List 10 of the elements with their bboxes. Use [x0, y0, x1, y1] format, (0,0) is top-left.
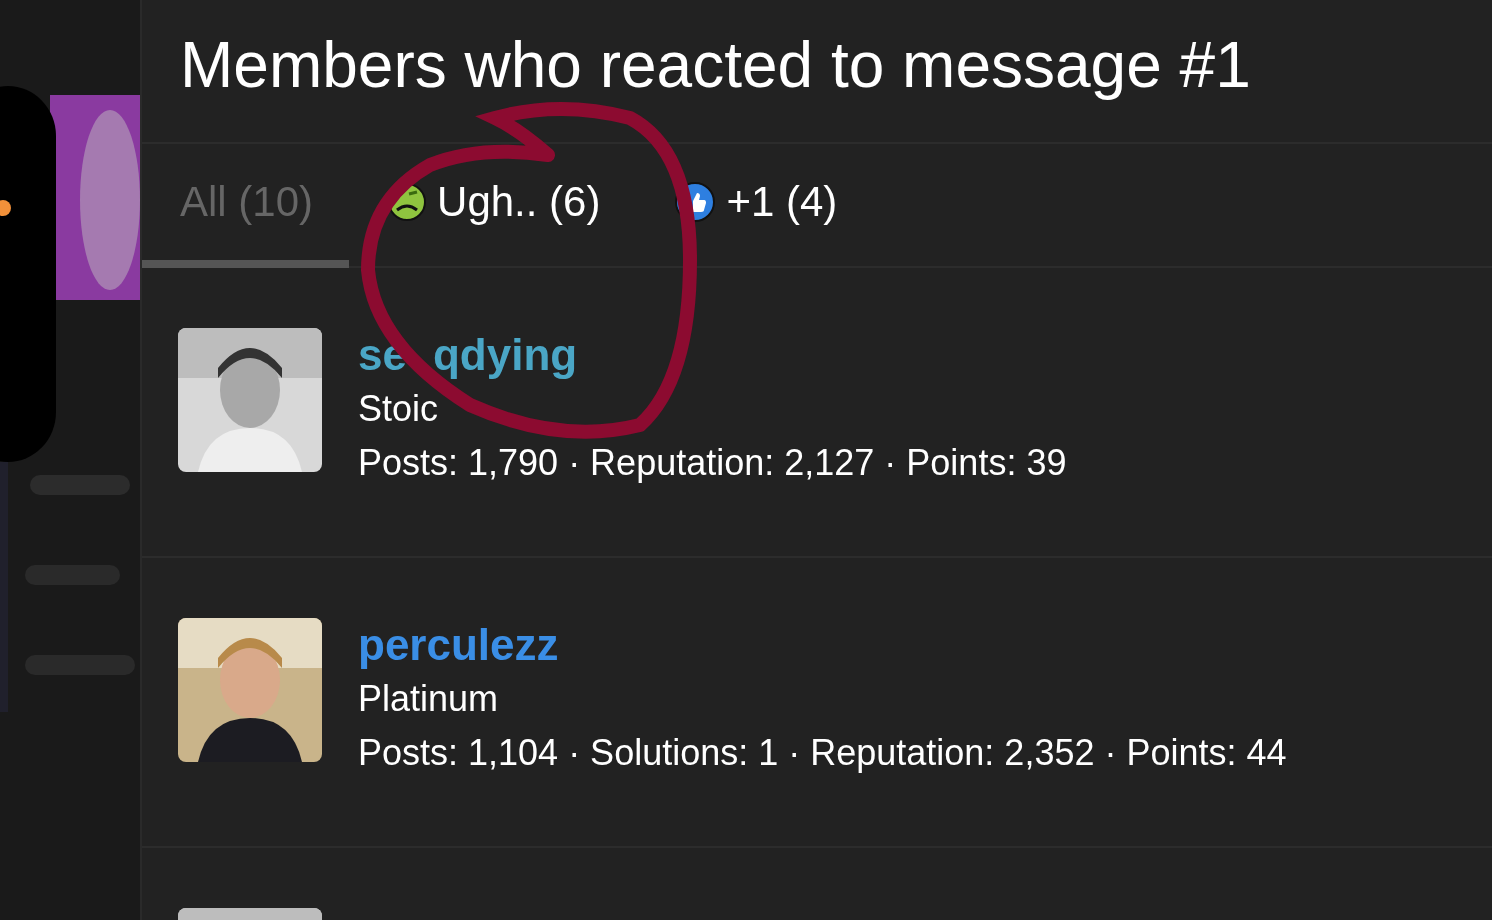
user-stats: Posts: 1,790 · Reputation: 2,127 · Points: 39	[358, 441, 1067, 485]
user-title: Platinum	[358, 677, 500, 721]
thumbs-up-icon	[674, 181, 717, 223]
dialog-title: Members who reacted to message #1	[142, 0, 1492, 144]
username-link[interactable]: perculezz	[358, 618, 559, 672]
username-link[interactable]: qdying	[432, 328, 578, 382]
user-stats: Posts: 1,104 · Solutions: 1 · Reputation: 2,352 · Points: 44	[358, 731, 1287, 775]
reaction-tab[interactable]: Ugh.. (6)	[349, 144, 637, 268]
reaction-tab[interactable]: +1 (4)	[636, 144, 874, 268]
user-title: Stoic	[358, 387, 440, 431]
